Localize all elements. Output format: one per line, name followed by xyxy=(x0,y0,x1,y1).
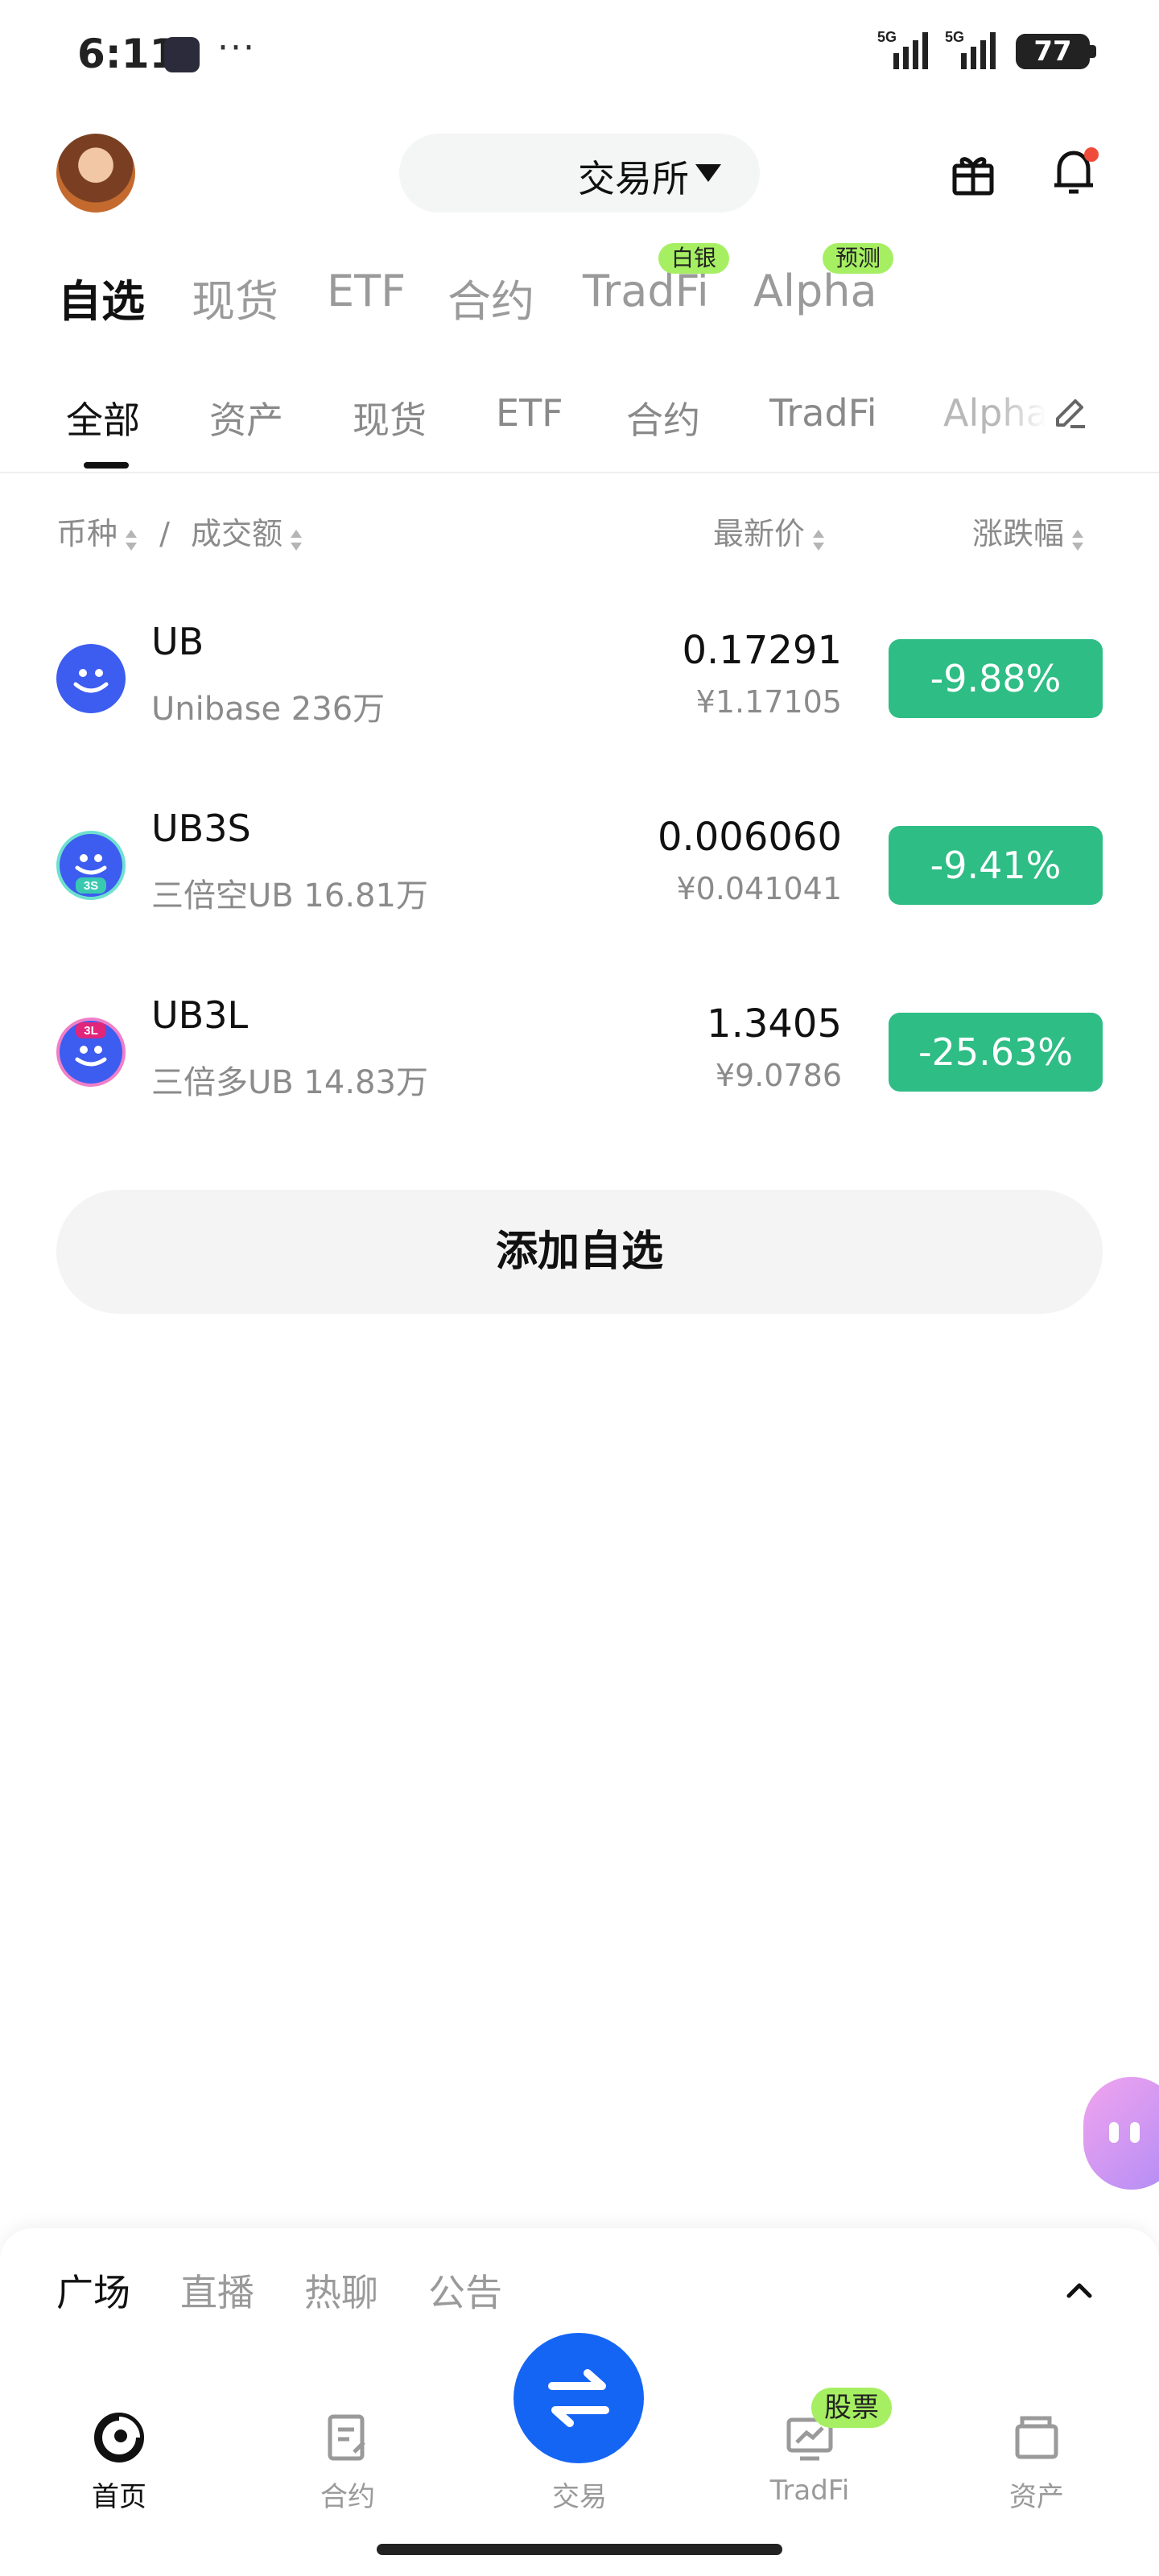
coin-logo-icon xyxy=(56,644,126,713)
nav-futures-label: 合约 xyxy=(320,2481,375,2513)
trade-button[interactable] xyxy=(514,2333,644,2463)
subtab-spot[interactable]: 现货 xyxy=(353,391,427,444)
column-price-label: 最新价 xyxy=(713,516,806,551)
nav-futures[interactable]: 合约 xyxy=(283,2404,412,2516)
price-cny: ¥0.041041 xyxy=(676,871,843,906)
home-indicator[interactable] xyxy=(377,2544,782,2555)
coin-subtitle: 三倍多UB 14.83万 xyxy=(151,1064,428,1101)
alpha-prediction-badge: 预测 xyxy=(823,243,894,274)
notification-bell-icon[interactable] xyxy=(1050,145,1101,198)
column-change-label: 涨跌幅 xyxy=(972,516,1065,551)
nav-assets-label: 资产 xyxy=(1009,2481,1064,2513)
sort-icon xyxy=(1070,524,1085,551)
telegram-notification-icon xyxy=(164,37,200,72)
nav-home[interactable]: 首页 xyxy=(55,2404,184,2516)
status-time: 6:11 xyxy=(77,31,178,77)
tab-watchlist[interactable]: 自选 xyxy=(58,266,145,329)
battery-tip xyxy=(1090,45,1096,58)
column-header-price[interactable]: 最新价 xyxy=(713,509,826,553)
avatar[interactable] xyxy=(56,134,135,213)
feed-tab-live[interactable]: 直播 xyxy=(180,2264,254,2317)
feed-tab-announcements[interactable]: 公告 xyxy=(428,2264,502,2317)
nav-assets[interactable]: 资产 xyxy=(972,2404,1101,2516)
more-notifications-icon: ··· xyxy=(217,27,256,68)
column-volume-label: 成交额 xyxy=(191,516,283,551)
logo-badge-text: 3S xyxy=(84,879,98,893)
edit-pencil-icon[interactable] xyxy=(1051,394,1088,431)
chevron-up-icon[interactable] xyxy=(1064,2275,1095,2306)
signal-icon-1: 5G xyxy=(877,29,937,71)
column-separator: / xyxy=(159,516,170,551)
subtab-etf[interactable]: ETF xyxy=(496,391,563,435)
network-label-2: 5G xyxy=(945,29,964,45)
feed-tab-hot-chat[interactable]: 热聊 xyxy=(304,2264,378,2317)
list-item[interactable]: UB Unibase 236万 0.17291 ¥1.17105 -9.88% xyxy=(0,601,1159,762)
stocks-badge: 股票 xyxy=(811,2388,892,2428)
coin-symbol: UB3L xyxy=(151,993,249,1037)
feed-tab-square[interactable]: 广场 xyxy=(56,2264,130,2317)
change-badge[interactable]: -25.63% xyxy=(889,1013,1103,1092)
wallet-icon xyxy=(1011,2412,1062,2463)
coin-symbol: UB xyxy=(151,620,204,663)
change-badge[interactable]: -9.88% xyxy=(889,639,1103,718)
last-price: 1.3405 xyxy=(707,1001,842,1046)
network-label-1: 5G xyxy=(877,29,897,45)
logo-badge-text: 3L xyxy=(84,1024,98,1038)
subtab-underline xyxy=(84,462,129,469)
tabs-fade xyxy=(998,378,1046,443)
column-coin-label: 币种 xyxy=(56,516,118,551)
subtab-all[interactable]: 全部 xyxy=(66,391,140,444)
column-header-change[interactable]: 涨跌幅 xyxy=(972,509,1085,553)
assistant-bubble-icon[interactable] xyxy=(1083,2077,1159,2190)
coin-logo-icon: 3S xyxy=(56,831,126,900)
sort-icon xyxy=(289,524,303,551)
nav-tradfi-label: TradFi xyxy=(769,2475,850,2507)
coin-logo-icon: 3L xyxy=(56,1018,126,1087)
coin-symbol: UB3S xyxy=(151,807,251,850)
list-item[interactable]: 3S UB3S 三倍空UB 16.81万 0.006060 ¥0.041041 … xyxy=(0,787,1159,948)
home-icon xyxy=(93,2412,145,2463)
last-price: 0.006060 xyxy=(657,815,842,860)
column-header-coin[interactable]: 币种 / 成交额 xyxy=(56,509,303,553)
tabs-divider xyxy=(0,472,1159,473)
change-badge[interactable]: -9.41% xyxy=(889,826,1103,905)
last-price: 0.17291 xyxy=(682,628,843,673)
coin-subtitle: Unibase 236万 xyxy=(151,691,386,728)
subtab-assets[interactable]: 资产 xyxy=(209,391,283,444)
subtab-futures[interactable]: 合约 xyxy=(626,391,700,444)
sort-icon xyxy=(124,524,138,551)
battery-indicator: 77 xyxy=(1016,34,1090,69)
exchange-label: 交易所 xyxy=(578,157,689,200)
gift-icon[interactable] xyxy=(950,150,996,196)
futures-icon xyxy=(322,2412,373,2463)
price-cny: ¥9.0786 xyxy=(715,1058,842,1093)
nav-trade-label[interactable]: 交易 xyxy=(515,2475,644,2514)
tab-futures[interactable]: 合约 xyxy=(448,266,534,329)
signal-icon-2: 5G xyxy=(945,29,1004,71)
subtab-tradfi[interactable]: TradFi xyxy=(769,391,877,435)
swap-icon xyxy=(548,2369,609,2427)
exchange-switcher[interactable]: 交易所 xyxy=(399,134,760,213)
tradfi-silver-badge: 白银 xyxy=(658,243,730,274)
sort-icon xyxy=(811,524,826,551)
tab-etf[interactable]: ETF xyxy=(327,266,406,316)
nav-home-label: 首页 xyxy=(92,2481,146,2513)
price-cny: ¥1.17105 xyxy=(695,684,842,720)
add-watchlist-button[interactable]: 添加自选 xyxy=(56,1190,1103,1314)
list-item[interactable]: 3L UB3L 三倍多UB 14.83万 1.3405 ¥9.0786 -25.… xyxy=(0,974,1159,1135)
coin-subtitle: 三倍空UB 16.81万 xyxy=(151,877,428,914)
tab-spot[interactable]: 现货 xyxy=(192,266,278,329)
caret-down-icon xyxy=(695,164,721,182)
